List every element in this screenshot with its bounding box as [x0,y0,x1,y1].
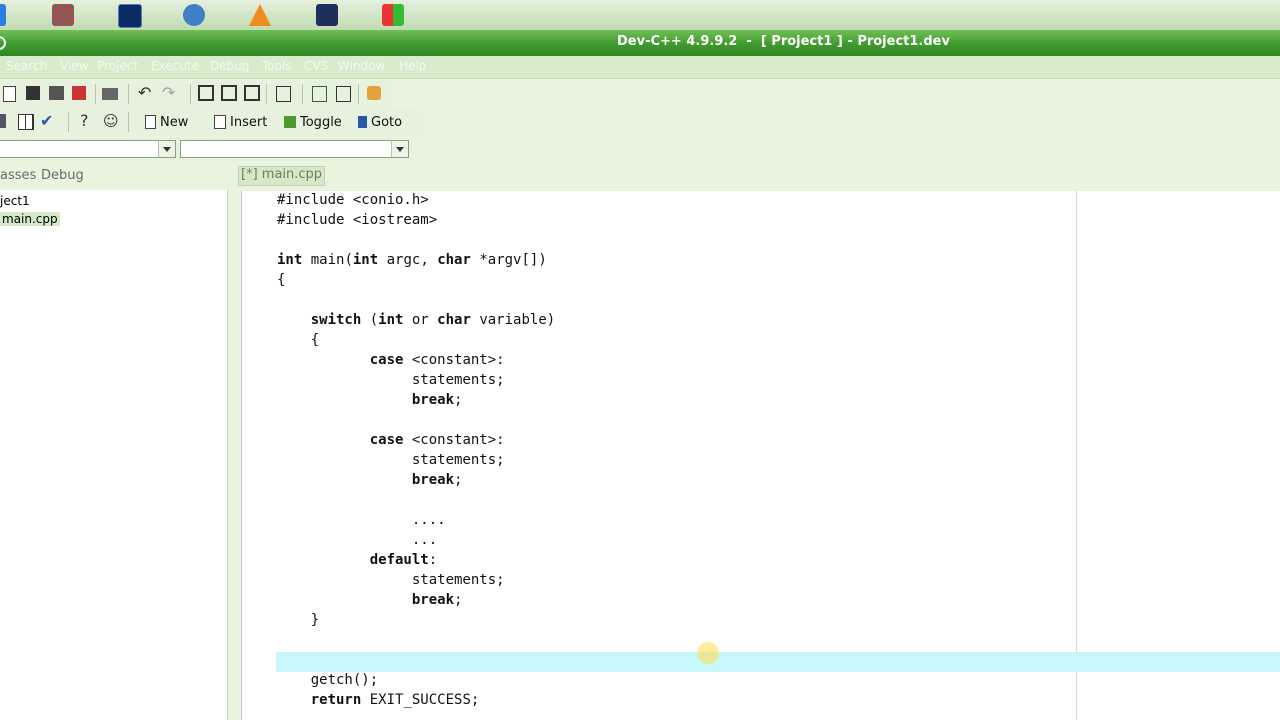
toggle-button[interactable]: Toggle [284,112,342,132]
code-line[interactable]: statements; [277,452,505,468]
menu-tools[interactable]: Tools [262,59,292,73]
class-browser-icon[interactable] [0,114,6,128]
goto-line-icon[interactable] [276,86,291,102]
tab-classes[interactable]: asses [0,168,36,183]
main-toolbar: ↶ ↷ [0,80,392,109]
about-icon[interactable]: ☺ [103,112,121,130]
goto-bookmark-icon [358,116,367,128]
replace-icon[interactable] [221,85,237,101]
undo-icon[interactable]: ↶ [138,84,156,102]
insert-button[interactable]: Insert [214,112,267,132]
menu-bar: Search View Project Execute Debug Tools … [0,56,1280,79]
tab-main-cpp[interactable]: [*] main.cpp [238,166,326,186]
code-line[interactable]: case <constant>: [277,352,505,368]
grid-icon[interactable] [18,114,34,130]
code-line[interactable]: statements; [277,572,505,588]
menu-cvs[interactable]: CVS [304,59,328,73]
hd-icon[interactable] [316,4,338,26]
menu-search[interactable]: Search [6,59,47,73]
right-margin-line [1076,191,1077,720]
print-icon[interactable] [102,88,118,100]
tree-item-main-cpp[interactable]: main.cpp [0,212,60,226]
menu-debug[interactable]: Debug [210,59,249,73]
menu-execute[interactable]: Execute [151,59,199,73]
insert-icon [214,115,226,129]
menu-view[interactable]: View [60,59,88,73]
code-line[interactable]: int main(int argc, char *argv[]) [277,252,547,268]
mouse-cursor-highlight [697,642,719,664]
tab-debug[interactable]: Debug [41,168,84,183]
new-button-label: New [160,114,189,130]
code-editor[interactable]: #include <conio.h> #include <iostream> int… [241,191,1280,720]
add-to-project-icon[interactable] [312,86,327,102]
new-button[interactable]: New [145,112,188,132]
code-line[interactable]: #include <conio.h> [277,192,429,208]
code-line[interactable]: ... [277,532,437,548]
code-line[interactable]: break; [277,392,463,408]
help-icon[interactable]: ? [80,112,98,130]
code-line[interactable]: { [277,332,319,348]
code-line[interactable]: .... [277,512,446,528]
gear-icon[interactable] [183,4,205,26]
save-icon[interactable] [26,86,40,100]
menu-project[interactable]: Project [97,59,138,73]
devcpp-icon[interactable] [0,36,6,50]
goto-button[interactable]: Goto [358,112,402,132]
taskbar [0,0,1280,30]
goto-button-label: Goto [371,114,403,130]
code-line[interactable]: switch (int or char variable) [277,312,555,328]
title-bar: Dev-C++ 4.9.9.2 - [ Project1 ] - Project… [0,30,1280,56]
windows-icon[interactable] [382,4,404,26]
find-next-icon[interactable] [244,85,260,101]
code-line[interactable]: break; [277,592,463,608]
close-file-icon[interactable] [72,86,86,100]
insert-button-label: Insert [230,114,268,130]
code-line[interactable]: } [277,612,319,628]
code-line[interactable]: getch(); [277,672,378,688]
code-line[interactable]: default: [277,552,437,568]
new-file-icon[interactable] [3,86,16,102]
menu-window[interactable]: Window [338,59,385,73]
remove-from-project-icon[interactable] [336,86,351,102]
code-line[interactable]: return EXIT_SUCCESS; [277,692,480,708]
toggle-button-label: Toggle [300,114,342,130]
find-icon[interactable] [198,85,214,101]
chevron-down-icon[interactable] [391,141,408,157]
app-icon[interactable] [0,4,6,26]
window-title: Dev-C++ 4.9.9.2 - [ Project1 ] - Project… [617,34,950,49]
code-line[interactable]: case <constant>: [277,432,505,448]
code-line[interactable]: break; [277,472,463,488]
game-icon[interactable] [52,4,74,26]
code-line[interactable]: statements; [277,372,505,388]
new-page-icon [145,115,156,129]
left-panel-tabs: asses Debug [0,165,230,187]
save-all-icon[interactable] [49,86,64,100]
chevron-down-icon[interactable] [158,141,175,157]
menu-help[interactable]: Help [399,59,426,73]
bookmark-icon [284,116,296,128]
check-icon[interactable]: ✔ [40,112,58,130]
member-combo[interactable] [180,140,409,158]
tree-item-project[interactable]: ject1 [0,194,30,208]
current-line-highlight [276,652,1280,672]
class-combo[interactable] [0,140,176,158]
code-line[interactable]: #include <iostream> [277,212,437,228]
code-line[interactable]: { [277,272,285,288]
vlc-icon[interactable] [249,4,271,26]
project-tree: ject1 main.cpp [0,190,228,720]
redo-icon[interactable]: ↷ [162,84,180,102]
project-options-icon[interactable] [367,86,381,100]
secondary-toolbar: ✔ ? ☺ New Insert Toggle Goto [0,108,422,136]
class-combo-bar [0,138,412,162]
terminal-icon[interactable] [118,4,142,28]
